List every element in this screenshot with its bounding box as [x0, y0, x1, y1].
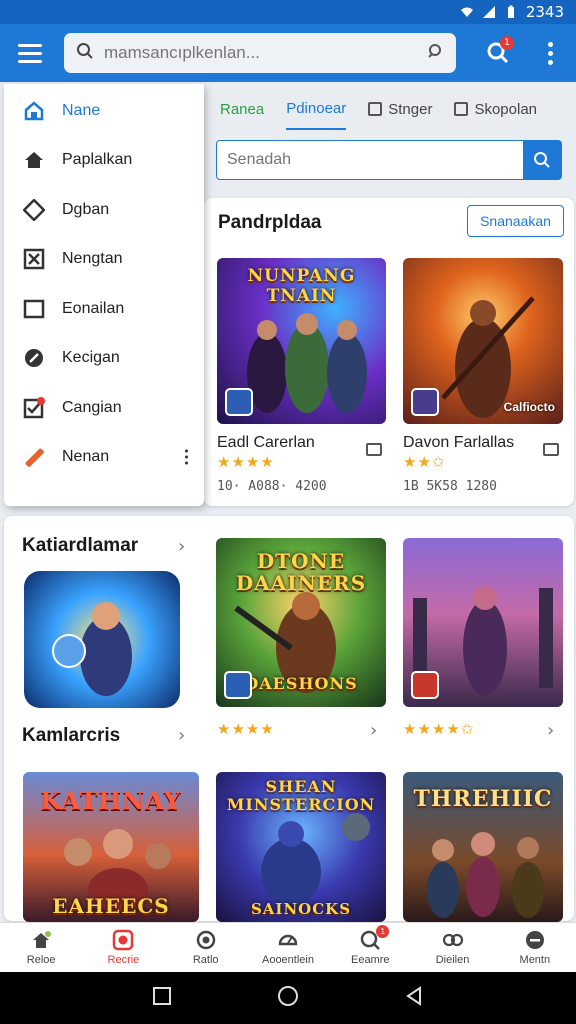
game-mini-icon	[411, 671, 439, 699]
wifi-icon	[460, 5, 474, 19]
radio-icon	[195, 929, 217, 951]
game-art-subtitle: SAINOCKS	[250, 900, 352, 918]
drawer-item-kecigan[interactable]: Kecigan	[4, 334, 204, 384]
more-options-icon[interactable]	[185, 449, 188, 465]
bottom-navigation: Reloe Recrie Ratlo Aooentlein 1 Eeamre D…	[0, 922, 576, 972]
search-icon	[534, 152, 550, 168]
system-navigation-bar	[0, 972, 576, 1024]
hero-character-image	[52, 602, 132, 696]
profile-icon	[524, 929, 546, 951]
tab-pdinoear[interactable]: Pdinoear	[286, 88, 347, 130]
content-search-input[interactable]	[217, 141, 523, 179]
diamond-icon	[22, 198, 46, 222]
content-search-button[interactable]	[523, 141, 561, 179]
app-bar: 1	[0, 24, 576, 82]
gauge-icon	[277, 929, 299, 951]
navigation-drawer: Nane Paplalkan Dgban Nengtan Eonailan Ke…	[4, 84, 204, 506]
drawer-item-cangian[interactable]: Cangian	[4, 383, 204, 433]
overflow-menu-icon[interactable]	[524, 24, 576, 82]
search-bar[interactable]	[64, 33, 456, 73]
game-rating: ★★✩	[403, 453, 446, 471]
section-title: Kamlarcris	[22, 725, 121, 746]
signal-icon	[482, 5, 496, 19]
chevron-right-icon[interactable]: ›	[547, 720, 554, 741]
bottom-nav-ratlo[interactable]: Ratlo	[165, 923, 247, 972]
voice-search-icon[interactable]	[426, 42, 444, 65]
game-card-art[interactable]: Calfiocto	[403, 258, 563, 424]
drawer-item-nane[interactable]: Nane	[4, 86, 204, 136]
tab-skopolan[interactable]: Skopolan	[454, 88, 537, 130]
game-title[interactable]: Davon Farlallas	[403, 434, 514, 452]
bottom-nav-aooentlein[interactable]: Aooentlein	[247, 923, 329, 972]
game-card-art[interactable]: THREHIIC	[403, 772, 563, 922]
drawer-item-nenan[interactable]: Nenan	[4, 433, 204, 483]
app-screen: 2343 1 Ranea Pdinoear Stnger Sko	[0, 0, 576, 1024]
drawer-item-eonailan[interactable]: Eonailan	[4, 284, 204, 334]
app-bar-actions: 1	[472, 24, 576, 82]
bookmark-icon[interactable]	[543, 443, 559, 456]
search-input[interactable]	[104, 43, 416, 63]
bookmark-icon[interactable]	[366, 443, 382, 456]
game-characters-image	[427, 832, 544, 918]
bottom-nav-reloe[interactable]: Reloe	[0, 923, 82, 972]
drawer-item-paplalkan[interactable]: Paplalkan	[4, 136, 204, 186]
square-icon	[22, 297, 46, 321]
nav-badge: 1	[376, 925, 390, 938]
game-card-art[interactable]: NUNPANG TNAIN	[217, 258, 386, 424]
game-card-art[interactable]: DTONE DAAINERS DAESHONS	[216, 538, 386, 707]
drawer-item-dgban[interactable]: Dgban	[4, 185, 204, 235]
game-card-art[interactable]: SHEAN MINSTERCION SAINOCKS	[216, 772, 386, 922]
search-icon	[76, 42, 94, 65]
chevron-right-icon[interactable]: ›	[178, 725, 185, 746]
bottom-nav-mentn[interactable]: Mentn	[494, 923, 576, 972]
square-icon	[368, 102, 383, 116]
game-rating: ★★★★	[217, 453, 275, 471]
game-rating: ★★★★✩	[403, 720, 475, 738]
drawer-item-nengtan[interactable]: Nengtan	[4, 235, 204, 285]
home-icon	[30, 929, 52, 951]
record-icon	[112, 929, 134, 951]
status-bar: 2343	[0, 0, 576, 24]
link-icon	[22, 346, 46, 370]
chevron-right-icon[interactable]: ›	[178, 536, 185, 557]
featured-app-icon[interactable]	[24, 571, 180, 708]
home-button-icon[interactable]	[276, 984, 300, 1013]
menu-icon[interactable]	[0, 24, 60, 82]
game-mini-icon	[224, 671, 252, 699]
game-card-art[interactable]: KATHNAY EAHEECS	[23, 772, 199, 922]
bottom-nav-dieilen[interactable]: Dieilen	[411, 923, 493, 972]
section-title: Katiardlamar	[22, 535, 139, 556]
battery-icon	[504, 5, 518, 19]
bottom-nav-recrie[interactable]: Recrie	[82, 923, 164, 972]
chevron-right-icon[interactable]: ›	[370, 720, 377, 741]
search-button[interactable]: 1	[472, 24, 524, 82]
close-box-icon	[22, 247, 46, 271]
game-card-art[interactable]	[403, 538, 563, 707]
game-mini-icon	[411, 388, 439, 416]
home-icon	[22, 148, 46, 172]
people-icon	[442, 929, 464, 951]
featured-action-button[interactable]: Snanaakan	[467, 205, 564, 237]
tab-stnger[interactable]: Stnger	[368, 88, 432, 130]
tab-bar: Ranea Pdinoear Stnger Skopolan	[206, 86, 576, 132]
status-time: 2343	[525, 3, 564, 21]
game-meta: 1B 5K58 1280	[403, 479, 497, 494]
home-outline-icon	[22, 99, 46, 123]
game-art-badge: Calfiocto	[503, 400, 555, 414]
game-art-subtitle: EAHEECS	[52, 894, 170, 918]
game-meta: 10· A088· 4200	[217, 479, 327, 494]
tab-ranea[interactable]: Ranea	[220, 88, 264, 130]
check-box-icon	[22, 396, 46, 420]
chat-icon	[454, 102, 469, 116]
recents-icon[interactable]	[152, 986, 172, 1011]
notification-badge: 1	[500, 36, 514, 50]
featured-title: Pandrpldaa	[218, 212, 322, 233]
back-icon[interactable]	[404, 985, 424, 1011]
game-rating: ★★★★	[217, 720, 275, 738]
bottom-nav-eeamre[interactable]: 1 Eeamre	[329, 923, 411, 972]
pencil-icon	[22, 445, 46, 469]
content-search-field[interactable]	[216, 140, 562, 180]
game-title[interactable]: Eadl Carerlan	[217, 434, 315, 452]
game-mini-icon	[225, 388, 253, 416]
